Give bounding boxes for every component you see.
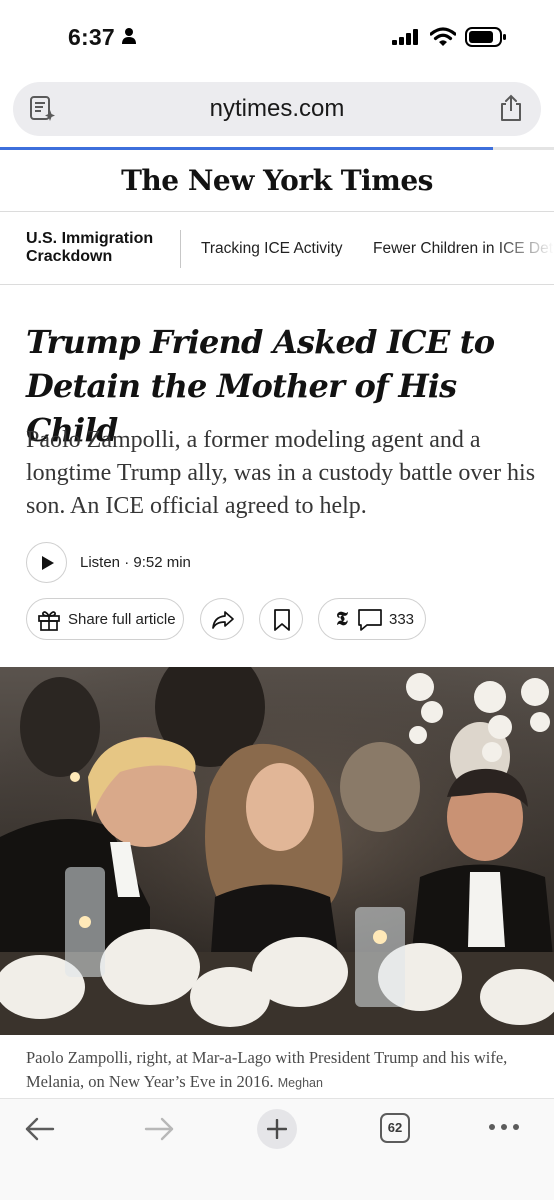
status-time: 6:37 xyxy=(68,24,115,50)
browser-toolbar: 62 xyxy=(0,1098,554,1200)
share-icon[interactable] xyxy=(499,94,523,127)
masthead: The New York Times xyxy=(0,150,554,212)
url-text[interactable]: nytimes.com xyxy=(13,95,541,123)
section-nav: U.S. Immigration Crackdown Tracking ICE … xyxy=(0,213,554,285)
back-arrow-icon[interactable] xyxy=(24,1117,56,1146)
comments-button[interactable]: 𝕿 333 xyxy=(318,598,426,640)
article-photo[interactable] xyxy=(0,667,554,1035)
more-icon[interactable] xyxy=(488,1119,520,1137)
status-bar: 6:37 xyxy=(0,0,554,72)
comment-count: 333 xyxy=(389,611,415,628)
share-full-article-label: Share full article xyxy=(68,611,176,628)
new-tab-button[interactable] xyxy=(257,1109,297,1149)
photo-credit: Meghan xyxy=(277,1076,323,1090)
save-bookmark-button[interactable] xyxy=(259,598,303,640)
url-bar[interactable]: nytimes.com xyxy=(13,82,541,136)
comment-icon xyxy=(357,608,383,637)
bookmark-icon xyxy=(274,609,290,631)
gift-icon xyxy=(37,608,61,637)
forward-icon xyxy=(212,611,234,629)
share-forward-button[interactable] xyxy=(200,598,244,640)
signal-icon xyxy=(392,29,420,50)
nav-fade xyxy=(494,213,554,284)
nyt-t-icon: 𝕿 xyxy=(336,608,348,630)
nyt-logo[interactable]: The New York Times xyxy=(0,164,554,197)
section-divider xyxy=(180,230,181,268)
person-icon xyxy=(121,27,137,50)
photo-caption: Paolo Zampolli, right, at Mar-a-Lago wit… xyxy=(26,1046,531,1098)
article-photo-image xyxy=(0,667,554,1035)
photo-caption-text: Paolo Zampolli, right, at Mar-a-Lago wit… xyxy=(26,1048,508,1091)
plus-icon xyxy=(267,1119,287,1139)
listen-label[interactable]: Listen · 9:52 min xyxy=(80,554,191,571)
play-icon xyxy=(41,555,55,576)
tab-switcher-button[interactable]: 62 xyxy=(380,1113,410,1143)
listen-button[interactable] xyxy=(26,542,67,583)
forward-arrow-icon[interactable] xyxy=(143,1117,175,1146)
nav-link-tracking-ice[interactable]: Tracking ICE Activity xyxy=(201,240,343,258)
battery-icon xyxy=(465,27,507,52)
section-title[interactable]: U.S. Immigration Crackdown xyxy=(26,230,176,266)
article-summary: Paolo Zampolli, a former modeling agent … xyxy=(26,427,536,519)
wifi-icon xyxy=(429,27,457,52)
share-full-article-button[interactable]: Share full article xyxy=(26,598,184,640)
